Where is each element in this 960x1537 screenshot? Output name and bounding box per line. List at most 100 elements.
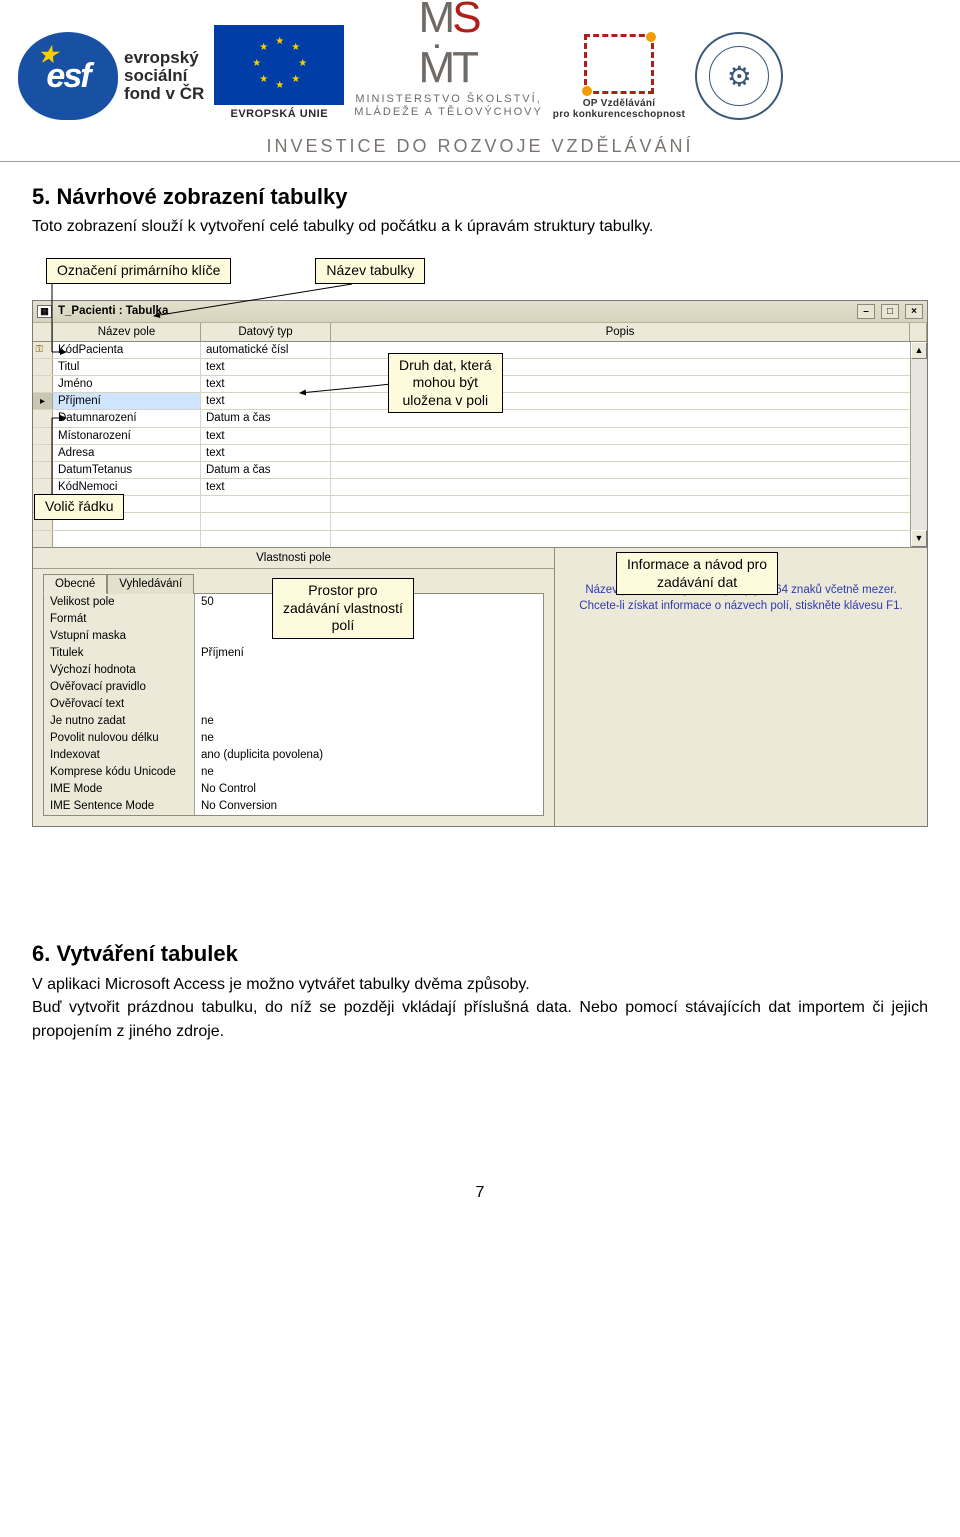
property-label: Ověřovací pravidlo bbox=[44, 681, 194, 693]
callout-data-type: Druh dat, která mohou být uložena v poli bbox=[388, 353, 503, 414]
cell-type[interactable]: text bbox=[201, 445, 331, 461]
cell-name[interactable]: Adresa bbox=[53, 445, 201, 461]
property-value[interactable] bbox=[194, 679, 543, 696]
row-header[interactable] bbox=[33, 410, 53, 426]
cell-type[interactable] bbox=[201, 513, 331, 529]
property-row[interactable]: Indexovatano (duplicita povolena) bbox=[44, 747, 543, 764]
annotated-screenshot: Označení primárního klíče Název tabulky … bbox=[32, 258, 928, 827]
row-header[interactable] bbox=[33, 376, 53, 392]
property-row[interactable]: Ověřovací text bbox=[44, 696, 543, 713]
table-row[interactable]: DatumTetanusDatum a čas bbox=[33, 462, 927, 479]
glyph-3: ṀT bbox=[419, 43, 477, 92]
tab-lookup[interactable]: Vyhledávání bbox=[107, 574, 194, 594]
cell-name[interactable] bbox=[53, 531, 201, 547]
property-value[interactable] bbox=[194, 696, 543, 713]
property-value[interactable]: No Conversion bbox=[194, 798, 543, 815]
row-header[interactable] bbox=[33, 462, 53, 478]
row-header[interactable] bbox=[33, 359, 53, 375]
row-header[interactable]: ▸ bbox=[33, 393, 53, 409]
eu-flag: ★★ ★★ ★★ ★★ bbox=[214, 25, 344, 105]
cell-type[interactable] bbox=[201, 531, 331, 547]
property-value[interactable]: No Control bbox=[194, 781, 543, 798]
section-5-text: Toto zobrazení slouží k vytvoření celé t… bbox=[32, 216, 928, 238]
maximize-button[interactable]: □ bbox=[881, 304, 899, 319]
tab-general[interactable]: Obecné bbox=[43, 574, 107, 594]
cell-type[interactable]: Datum a čas bbox=[201, 410, 331, 426]
property-label: Ověřovací text bbox=[44, 698, 194, 710]
property-row[interactable]: IME Sentence ModeNo Conversion bbox=[44, 798, 543, 815]
titlebar[interactable]: ▦ T_Pacienti : Tabulka – □ × bbox=[33, 301, 927, 323]
row-header[interactable]: ⚿ bbox=[33, 342, 53, 358]
property-row[interactable]: Výchozí hodnota bbox=[44, 662, 543, 679]
cell-type[interactable]: text bbox=[201, 359, 331, 375]
page-number: 7 bbox=[0, 1184, 960, 1222]
close-button[interactable]: × bbox=[905, 304, 923, 319]
cell-desc[interactable] bbox=[331, 428, 910, 444]
callout-info-area: Informace a návod pro zadávání dat bbox=[616, 552, 778, 595]
table-row[interactable]: KódNemocitext bbox=[33, 479, 927, 496]
property-label: Je nutno zadat bbox=[44, 715, 194, 727]
cell-name[interactable]: Místonarození bbox=[53, 428, 201, 444]
cell-type[interactable]: text bbox=[201, 393, 331, 409]
cell-name[interactable]: Příjmení bbox=[53, 393, 201, 409]
vertical-scrollbar[interactable]: ▲ ▼ bbox=[910, 342, 927, 547]
property-value[interactable]: ne bbox=[194, 730, 543, 747]
property-row[interactable]: Je nutno zadatne bbox=[44, 713, 543, 730]
scroll-up-button[interactable]: ▲ bbox=[911, 342, 927, 359]
cell-desc[interactable] bbox=[331, 462, 910, 478]
property-value[interactable]: Příjmení bbox=[194, 645, 543, 662]
property-panel: Vlastnosti pole Obecné Vyhledávání Velik… bbox=[33, 547, 927, 826]
property-label: Výchozí hodnota bbox=[44, 664, 194, 676]
table-row[interactable] bbox=[33, 496, 927, 513]
property-value[interactable]: ne bbox=[194, 713, 543, 730]
panel-title: Vlastnosti pole bbox=[33, 548, 554, 569]
cell-desc[interactable] bbox=[331, 513, 910, 529]
cell-name[interactable]: KódPacienta bbox=[53, 342, 201, 358]
minimize-button[interactable]: – bbox=[857, 304, 875, 319]
cell-name[interactable]: Jméno bbox=[53, 376, 201, 392]
col-name[interactable]: Název pole bbox=[53, 323, 201, 341]
callout-row-selector: Volič řádku bbox=[34, 494, 124, 520]
cell-name[interactable]: KódNemoci bbox=[53, 479, 201, 495]
cell-name[interactable]: Datumnarození bbox=[53, 410, 201, 426]
cell-desc[interactable] bbox=[331, 479, 910, 495]
grid-header: Název pole Datový typ Popis bbox=[33, 323, 927, 342]
table-row[interactable]: Adresatext bbox=[33, 445, 927, 462]
cell-type[interactable] bbox=[201, 496, 331, 512]
cell-desc[interactable] bbox=[331, 496, 910, 512]
row-header[interactable] bbox=[33, 445, 53, 461]
cell-type[interactable]: text bbox=[201, 376, 331, 392]
property-row[interactable]: TitulekPříjmení bbox=[44, 645, 543, 662]
cell-desc[interactable] bbox=[331, 531, 910, 547]
cell-type[interactable]: text bbox=[201, 428, 331, 444]
cell-name[interactable]: DatumTetanus bbox=[53, 462, 201, 478]
table-row[interactable] bbox=[33, 513, 927, 530]
section-6-para: V aplikaci Microsoft Access je možno vyt… bbox=[32, 973, 928, 1044]
callout-table-name: Název tabulky bbox=[315, 258, 425, 284]
table-row[interactable]: Místonarozenítext bbox=[33, 428, 927, 445]
cell-type[interactable]: automatické čísl bbox=[201, 342, 331, 358]
property-label: Vstupní maska bbox=[44, 630, 194, 642]
msmt-line2: MLÁDEŽE A TĚLOVÝCHOVY bbox=[354, 106, 543, 120]
esf-line3: fond v ČR bbox=[124, 85, 204, 103]
row-header[interactable] bbox=[33, 428, 53, 444]
cell-type[interactable]: text bbox=[201, 479, 331, 495]
cell-type[interactable]: Datum a čas bbox=[201, 462, 331, 478]
row-header[interactable] bbox=[33, 531, 53, 547]
property-row[interactable]: Povolit nulovou délkune bbox=[44, 730, 543, 747]
property-value[interactable]: ano (duplicita povolena) bbox=[194, 747, 543, 764]
row-header[interactable] bbox=[33, 479, 53, 495]
scroll-down-button[interactable]: ▼ bbox=[911, 530, 927, 547]
section-6-title: 6. Vytváření tabulek bbox=[32, 941, 928, 967]
table-row[interactable] bbox=[33, 531, 927, 547]
property-value[interactable] bbox=[194, 662, 543, 679]
col-desc[interactable]: Popis bbox=[331, 323, 910, 341]
property-row[interactable]: Komprese kódu Unicodene bbox=[44, 764, 543, 781]
property-row[interactable]: Ověřovací pravidlo bbox=[44, 679, 543, 696]
cell-name[interactable]: Titul bbox=[53, 359, 201, 375]
cell-desc[interactable] bbox=[331, 445, 910, 461]
property-row[interactable]: IME ModeNo Control bbox=[44, 781, 543, 798]
col-type[interactable]: Datový typ bbox=[201, 323, 331, 341]
property-value[interactable]: ne bbox=[194, 764, 543, 781]
school-seal: ⚙ bbox=[695, 32, 783, 120]
